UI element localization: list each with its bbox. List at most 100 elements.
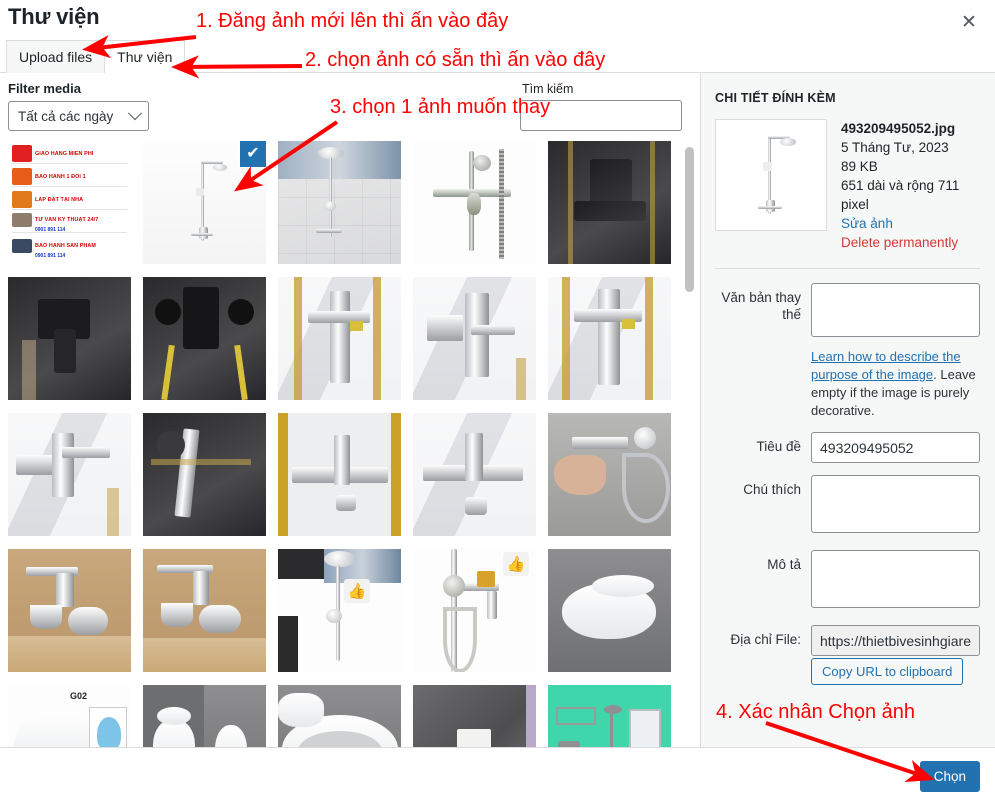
chrome-bath-mixer-image bbox=[8, 413, 131, 536]
list-item-selected[interactable]: ✔ bbox=[143, 141, 266, 264]
shower-mixer-image bbox=[413, 141, 536, 264]
wall-hung-toilet-image bbox=[548, 549, 671, 672]
chrome-mixer-angle-image bbox=[413, 277, 536, 400]
library-toolbar: Filter media Tất cả các ngày Tìm kiếm bbox=[0, 73, 700, 141]
list-item[interactable] bbox=[548, 413, 671, 536]
chrome-mixer-marble-image bbox=[278, 277, 401, 400]
promo-phone: 0901 891 114 bbox=[35, 253, 66, 259]
attachment-details-title: CHI TIẾT ĐÍNH KÈM bbox=[715, 91, 836, 105]
edit-image-link[interactable]: Sửa ảnh bbox=[841, 214, 980, 233]
promo-text: TƯ VẤN KỸ THUẬT 24/7 bbox=[35, 217, 99, 223]
caption-input[interactable] bbox=[811, 475, 980, 533]
attachment-metadata: 493209495052.jpg 5 Tháng Tư, 2023 89 KB … bbox=[841, 119, 980, 252]
title-label: Tiêu đề bbox=[756, 439, 801, 454]
faucet-dark-counter-image bbox=[143, 413, 266, 536]
thumbnail-grid-wrapper: GIAO HÀNG MIỄN PHÍ BẢO HÀNH 1 ĐỔI 1 LẮP … bbox=[0, 141, 700, 747]
shower-set-display-image bbox=[278, 141, 401, 264]
modal-tabs: Upload files Thư viện bbox=[0, 38, 995, 73]
description-input[interactable] bbox=[811, 550, 980, 608]
promo-text: LẮP ĐẶT TẠI NHÀ bbox=[35, 196, 84, 203]
list-item[interactable] bbox=[143, 685, 266, 747]
attachment-details-sidebar: CHI TIẾT ĐÍNH KÈM 493209495052.jpg 5 Thá… bbox=[700, 73, 995, 747]
list-item[interactable] bbox=[143, 277, 266, 400]
file-url-label: Địa chỉ File: bbox=[730, 632, 801, 647]
black-faucet-image bbox=[548, 141, 671, 264]
title-input[interactable] bbox=[811, 432, 980, 463]
attachment-filename: 493209495052.jpg bbox=[841, 121, 956, 136]
catalog-label: G02 bbox=[70, 691, 88, 701]
chevron-down-icon bbox=[127, 106, 143, 121]
sidebar-divider bbox=[715, 268, 980, 269]
promo-banner-image: GIAO HÀNG MIỄN PHÍ BẢO HÀNH 1 ĐỔI 1 LẮP … bbox=[8, 141, 131, 264]
list-item[interactable]: 👍 bbox=[278, 549, 401, 672]
toilet-seat-closeup-image bbox=[278, 685, 401, 747]
grid-scrollbar-thumb[interactable] bbox=[685, 147, 694, 292]
bath-spout-marble-image bbox=[413, 413, 536, 536]
list-item[interactable] bbox=[548, 277, 671, 400]
list-item[interactable] bbox=[8, 549, 131, 672]
list-item[interactable] bbox=[548, 141, 671, 264]
list-item[interactable] bbox=[278, 277, 401, 400]
list-item[interactable] bbox=[413, 141, 536, 264]
file-url-input[interactable] bbox=[811, 625, 980, 656]
search-input[interactable] bbox=[520, 100, 682, 131]
bath-spout-gold-frame-image bbox=[278, 413, 401, 536]
thumbs-up-icon: 👍 bbox=[503, 552, 529, 576]
bathroom-accessories-image bbox=[548, 685, 671, 747]
list-item[interactable] bbox=[548, 685, 671, 747]
list-item[interactable] bbox=[143, 549, 266, 672]
alt-text-input[interactable] bbox=[811, 283, 980, 337]
date-filter-select[interactable]: Tất cả các ngày bbox=[8, 101, 149, 131]
list-item[interactable] bbox=[143, 413, 266, 536]
page-title: Thư viện bbox=[8, 4, 100, 29]
list-item[interactable] bbox=[548, 549, 671, 672]
description-field: Mô tả bbox=[715, 550, 980, 613]
description-label: Mô tả bbox=[767, 557, 801, 572]
list-item[interactable] bbox=[8, 413, 131, 536]
caption-field: Chú thích bbox=[715, 475, 980, 538]
close-icon[interactable]: ✕ bbox=[955, 8, 983, 36]
tab-upload-files[interactable]: Upload files bbox=[6, 40, 106, 73]
select-button[interactable]: Chọn bbox=[919, 761, 980, 792]
toilet-catalog-g02-image: G02 bbox=[8, 685, 131, 747]
checkmark-icon[interactable]: ✔ bbox=[238, 141, 266, 169]
attachment-summary: 493209495052.jpg 5 Tháng Tư, 2023 89 KB … bbox=[715, 119, 980, 252]
list-item[interactable] bbox=[278, 685, 401, 747]
chrome-mixer-marble2-image bbox=[548, 277, 671, 400]
toilet-pair-image bbox=[143, 685, 266, 747]
chrome-basin-tap-wood-image bbox=[8, 549, 131, 672]
library-pane: Filter media Tất cả các ngày Tìm kiếm GI… bbox=[0, 73, 700, 747]
alt-text-field: Văn bản thay thế Learn how to describe t… bbox=[715, 283, 980, 420]
hand-holding-shower-image bbox=[548, 413, 671, 536]
list-item[interactable] bbox=[278, 413, 401, 536]
date-filter-value: Tất cả các ngày bbox=[18, 108, 114, 124]
alt-text-label: Văn bản thay thế bbox=[721, 290, 801, 322]
title-field: Tiêu đề bbox=[715, 432, 980, 463]
list-item[interactable] bbox=[413, 685, 536, 747]
promo-text: BẢO HÀNH SẢN PHẨM bbox=[35, 243, 96, 249]
promo-text: GIAO HÀNG MIỄN PHÍ bbox=[35, 150, 94, 157]
attachment-date: 5 Tháng Tư, 2023 bbox=[841, 140, 949, 155]
delete-permanently-link[interactable]: Delete permanently bbox=[841, 233, 980, 252]
search-group: Tìm kiếm bbox=[520, 82, 682, 131]
list-item[interactable] bbox=[8, 277, 131, 400]
attachment-filesize: 89 KB bbox=[841, 159, 878, 174]
list-item[interactable]: 👍 bbox=[413, 549, 536, 672]
thumbnail-grid: GIAO HÀNG MIỄN PHÍ BẢO HÀNH 1 ĐỔI 1 LẮP … bbox=[8, 141, 700, 747]
promo-phone: 0901 891 114 bbox=[35, 227, 66, 233]
attachment-preview-thumbnail[interactable] bbox=[715, 119, 827, 231]
grid-scrollbar[interactable] bbox=[685, 147, 694, 741]
list-item[interactable] bbox=[413, 277, 536, 400]
thumbs-up-icon: 👍 bbox=[344, 579, 370, 603]
modal-body: Filter media Tất cả các ngày Tìm kiếm GI… bbox=[0, 72, 995, 747]
modal-footer: Chọn bbox=[0, 747, 995, 805]
list-item[interactable] bbox=[413, 413, 536, 536]
filter-media-group: Filter media Tất cả các ngày bbox=[8, 81, 149, 131]
list-item[interactable] bbox=[278, 141, 401, 264]
black-mixer-closeup-image bbox=[8, 277, 131, 400]
tab-library[interactable]: Thư viện bbox=[104, 40, 186, 73]
list-item[interactable]: GIAO HÀNG MIỄN PHÍ BẢO HÀNH 1 ĐỔI 1 LẮP … bbox=[8, 141, 131, 264]
copy-url-button[interactable]: Copy URL to clipboard bbox=[811, 658, 964, 685]
attachment-dimensions: 651 dài và rộng 711 pixel bbox=[841, 178, 960, 212]
list-item[interactable]: G02 bbox=[8, 685, 131, 747]
